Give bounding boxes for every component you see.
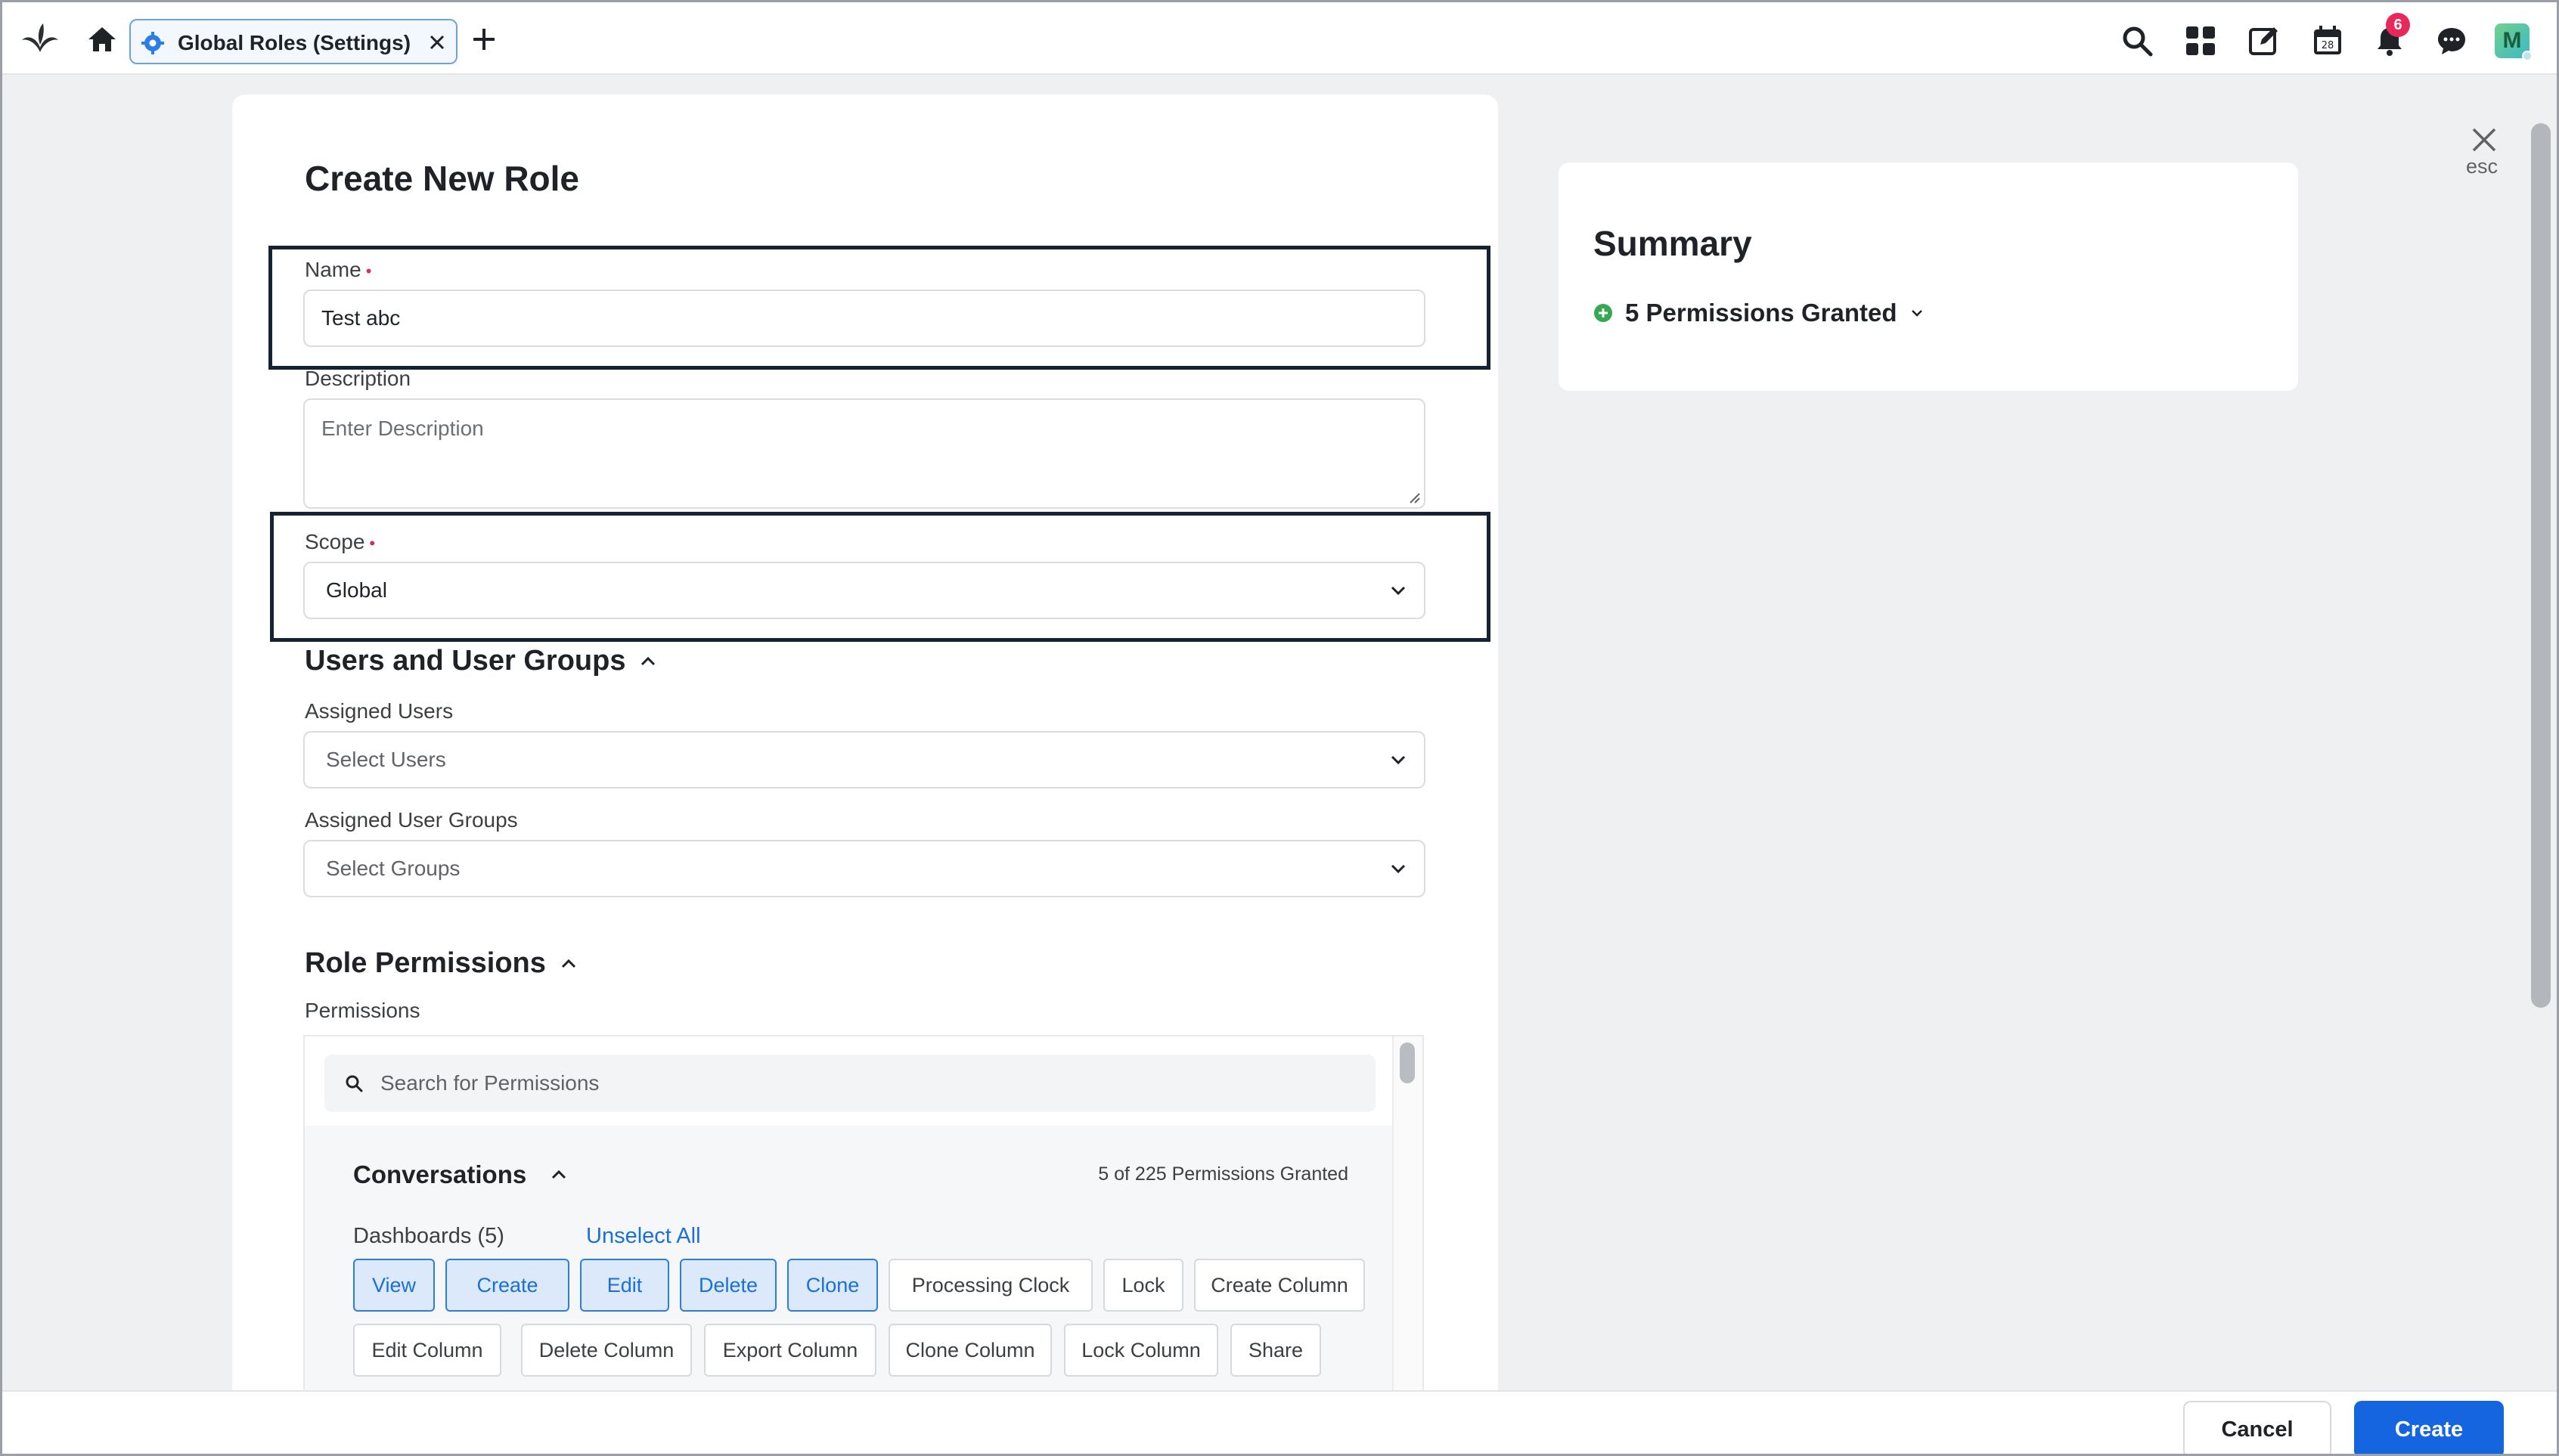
- permission-chip[interactable]: Lock: [1103, 1259, 1183, 1312]
- assigned-groups-label: Assigned User Groups: [305, 808, 518, 832]
- esc-label: esc: [2466, 155, 2499, 178]
- chevron-down-icon: [1912, 310, 1923, 317]
- permissions-scroll-thumb[interactable]: [1400, 1042, 1415, 1083]
- tab-label: Global Roles (Settings): [178, 31, 411, 54]
- permission-chip[interactable]: Processing Clock: [889, 1259, 1093, 1312]
- chevron-down-icon: [1391, 586, 1406, 596]
- page-title: Create New Role: [305, 159, 580, 198]
- search-icon[interactable]: [2121, 25, 2153, 57]
- add-tab-icon[interactable]: [471, 26, 497, 52]
- chevron-down-icon: [1391, 755, 1406, 765]
- tab-global-roles[interactable]: Global Roles (Settings): [129, 19, 458, 64]
- chevron-up-icon: [552, 1169, 566, 1179]
- permission-chip[interactable]: Clone Column: [889, 1324, 1052, 1377]
- permissions-granted-toggle[interactable]: 5 Permissions Granted: [1593, 299, 1925, 327]
- permission-chip[interactable]: Delete: [680, 1259, 777, 1312]
- chevron-down-icon: [1391, 864, 1406, 874]
- search-icon: [346, 1075, 363, 1092]
- page-scrollbar[interactable]: [2531, 123, 2551, 1008]
- permissions-scrollbar[interactable]: [1392, 1036, 1422, 1417]
- name-label: Name •: [305, 258, 372, 281]
- permission-chip[interactable]: Create Column: [1194, 1259, 1365, 1312]
- calendar-icon[interactable]: 28: [2312, 25, 2343, 57]
- permission-chip[interactable]: Edit: [580, 1259, 669, 1312]
- create-button[interactable]: Create: [2354, 1401, 2504, 1454]
- name-input[interactable]: Test abc: [303, 290, 1425, 347]
- permission-chip[interactable]: Export Column: [704, 1324, 876, 1377]
- create-role-form: Create New Role Name • Test abc Descripti…: [232, 94, 1498, 1417]
- svg-text:28: 28: [2322, 40, 2334, 51]
- app-window: Global Roles (Settings) 28 6 M Create Ne…: [0, 0, 2559, 1456]
- footer-bar: Cancel Create: [2, 1390, 2557, 1454]
- permissions-label: Permissions: [305, 999, 420, 1022]
- permissions-panel: Search for Permissions Conversations 5 o…: [303, 1035, 1424, 1417]
- cancel-button[interactable]: Cancel: [2183, 1401, 2331, 1454]
- permission-chip[interactable]: Clone: [787, 1259, 878, 1312]
- scope-label: Scope •: [305, 530, 376, 553]
- top-bar: Global Roles (Settings) 28 6 M: [2, 2, 2557, 75]
- scope-select[interactable]: Global: [303, 562, 1425, 619]
- permission-chip[interactable]: Edit Column: [353, 1324, 501, 1377]
- permission-chip[interactable]: Create: [445, 1259, 569, 1312]
- close-icon[interactable]: [2469, 125, 2499, 155]
- permission-chip[interactable]: Lock Column: [1064, 1324, 1218, 1377]
- summary-panel: Summary 5 Permissions Granted: [1559, 163, 2298, 391]
- chevron-up-icon: [561, 959, 575, 968]
- assigned-users-select[interactable]: Select Users: [303, 731, 1425, 788]
- assigned-users-label: Assigned Users: [305, 699, 454, 723]
- home-icon[interactable]: [87, 25, 117, 54]
- resize-handle-icon[interactable]: [1406, 489, 1421, 504]
- description-label: Description: [305, 367, 411, 390]
- brand-logo-icon[interactable]: [20, 22, 60, 55]
- permission-chip[interactable]: Share: [1230, 1324, 1321, 1377]
- chevron-up-icon: [641, 656, 656, 665]
- close-tab-icon[interactable]: [427, 33, 447, 52]
- group-granted-count: 5 of 225 Permissions Granted: [1098, 1163, 1348, 1185]
- notification-badge: 6: [2386, 13, 2410, 37]
- permissions-section-toggle[interactable]: Role Permissions: [305, 947, 579, 980]
- presence-dot: [2522, 51, 2533, 61]
- plus-circle-icon: [1594, 304, 1612, 322]
- group-toggle-conversations[interactable]: Conversations: [353, 1160, 569, 1189]
- summary-title: Summary: [1593, 224, 1752, 263]
- permissions-search-input[interactable]: Search for Permissions: [324, 1055, 1376, 1112]
- description-textarea[interactable]: Enter Description: [303, 398, 1425, 509]
- assigned-groups-select[interactable]: Select Groups: [303, 840, 1425, 897]
- unselect-all-link[interactable]: Unselect All: [586, 1224, 701, 1249]
- permission-chip[interactable]: Delete Column: [521, 1324, 692, 1377]
- users-section-toggle[interactable]: Users and User Groups: [305, 645, 659, 677]
- dashboards-label: Dashboards (5): [353, 1224, 504, 1248]
- permission-group-conversations: Conversations 5 of 225 Permissions Grant…: [305, 1126, 1394, 1417]
- apps-grid-icon[interactable]: [2185, 25, 2216, 57]
- compose-icon[interactable]: [2248, 25, 2280, 57]
- gear-icon: [141, 32, 164, 54]
- chat-icon[interactable]: [2436, 25, 2467, 57]
- permission-chip[interactable]: View: [353, 1259, 435, 1312]
